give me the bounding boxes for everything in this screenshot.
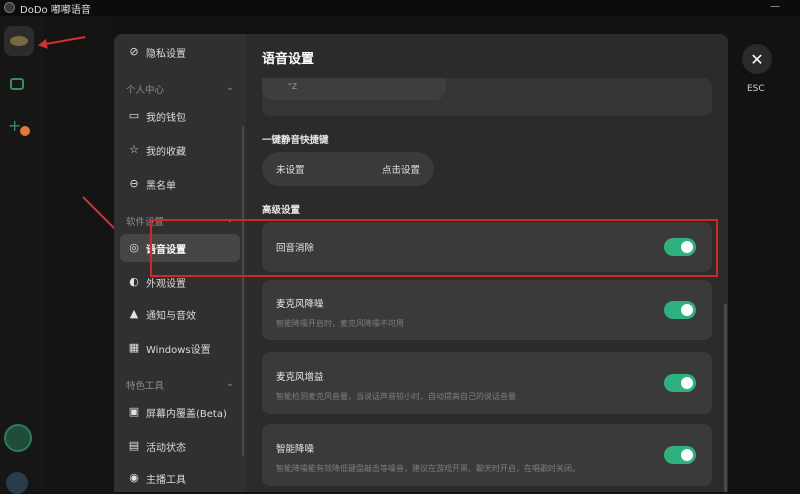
nav-scrollbar[interactable] xyxy=(242,126,244,456)
user-avatar[interactable] xyxy=(4,26,34,56)
nav-item-label: 我的收藏 xyxy=(146,146,186,158)
nav-item-label: 活动状态 xyxy=(146,442,186,454)
nav-item-privacy[interactable]: ⊘ 隐私设置 xyxy=(120,38,240,66)
nav-item-windows[interactable]: ▦ Windows设置 xyxy=(120,334,240,362)
nav-item-label: 隐私设置 xyxy=(146,48,186,60)
nav-item-streamer[interactable]: ◉ 主播工具 xyxy=(120,464,240,492)
windows-icon: ▦ xyxy=(128,341,140,354)
option-title: 麦克风增益 xyxy=(276,372,324,383)
nav-item-overlay[interactable]: ▣ 屏幕内覆盖(Beta) xyxy=(120,398,240,426)
mic-noise-reduction-toggle[interactable] xyxy=(664,301,696,319)
nav-item-label: 主播工具 xyxy=(146,474,186,486)
nav-section-label: 个人中心 xyxy=(126,85,165,96)
input-device-value: "Z xyxy=(288,82,298,91)
nav-item-label: 屏幕内覆盖(Beta) xyxy=(146,408,227,420)
nav-item-favorites[interactable]: ☆ 我的收藏 xyxy=(120,136,240,164)
chevron-down-icon: ⌄ xyxy=(226,82,234,93)
nav-section-personal[interactable]: 个人中心 ⌄ xyxy=(126,82,234,96)
page-title: 语音设置 xyxy=(262,52,315,67)
nav-section-features[interactable]: 特色工具 ⌄ xyxy=(126,378,234,392)
mic-noise-reduction-card: 麦克风降噪 智能降噪开启时，麦克风降噪不可用 xyxy=(262,280,712,340)
content-scrollbar[interactable] xyxy=(724,304,727,492)
set-hotkey-button[interactable]: 点击设置 xyxy=(382,162,420,176)
smart-noise-reduction-card: 智能降噪 智能降噪能有效降低键盘敲击等噪音，建议在游戏开黑、聊天时开启，在唱歌时… xyxy=(262,424,712,486)
nav-item-label: 通知与音效 xyxy=(146,310,196,322)
streamer-icon: ◉ xyxy=(129,471,139,484)
notification-dot-icon xyxy=(20,126,30,136)
steam-icon[interactable] xyxy=(6,472,28,494)
input-device-select[interactable]: "Z xyxy=(262,78,446,100)
nav-item-blacklist[interactable]: ⊖ 黑名单 xyxy=(120,170,240,198)
close-button[interactable]: ✕ xyxy=(742,44,772,74)
mic-gain-toggle[interactable] xyxy=(664,374,696,392)
option-title: 麦克风降噪 xyxy=(276,299,324,310)
chat-icon[interactable] xyxy=(10,78,24,90)
gamepad-icon: ▤ xyxy=(128,439,140,452)
privacy-icon: ⊘ xyxy=(129,45,139,58)
option-description: 智能降噪开启时，麦克风降噪不可用 xyxy=(276,319,404,328)
advanced-section-title: 高级设置 xyxy=(262,205,301,216)
bell-icon: ▲ xyxy=(129,307,139,320)
hotkey-value: 未设置 xyxy=(276,165,305,176)
microphone-icon: ◎ xyxy=(129,241,139,254)
favorites-icon: ☆ xyxy=(129,143,139,156)
nav-item-notifications[interactable]: ▲ 通知与音效 xyxy=(120,300,240,328)
server-rail: + xyxy=(0,16,44,494)
smart-noise-reduction-toggle[interactable] xyxy=(664,446,696,464)
esc-label: ESC xyxy=(747,84,765,94)
minimize-button[interactable]: — xyxy=(770,1,780,12)
chevron-down-icon: ⌄ xyxy=(226,378,234,389)
app-title: DoDo 嘟嘟语音 xyxy=(20,5,91,16)
channel-list-background xyxy=(44,16,114,492)
option-description: 智能降噪能有效降低键盘敲击等噪音，建议在游戏开黑、聊天时开启，在唱歌时关闭。 xyxy=(276,464,580,473)
wallet-icon: ▭ xyxy=(128,109,140,122)
option-title: 智能降噪 xyxy=(276,444,315,455)
annotation-highlight-box xyxy=(150,219,718,277)
mute-hotkey-field[interactable]: 未设置 点击设置 xyxy=(262,152,434,186)
overlay-icon: ▣ xyxy=(128,405,140,418)
app-logo-icon xyxy=(4,2,15,13)
blacklist-icon: ⊖ xyxy=(129,177,139,190)
close-icon: ✕ xyxy=(750,49,764,69)
nav-item-label: Windows设置 xyxy=(146,344,211,356)
nav-item-label: 我的钱包 xyxy=(146,112,186,124)
nav-item-wallet[interactable]: ▭ 我的钱包 xyxy=(120,102,240,130)
search-icon[interactable] xyxy=(4,424,32,452)
title-bar: DoDo 嘟嘟语音 — xyxy=(0,0,800,16)
hotkey-section-title: 一键静音快捷键 xyxy=(262,135,329,146)
palette-icon: ◐ xyxy=(129,275,139,288)
nav-item-activity[interactable]: ▤ 活动状态 xyxy=(120,432,240,460)
option-description: 智能检测麦克风音量，当说话声音较小时，自动提高自己的说话音量 xyxy=(276,392,516,401)
nav-item-label: 黑名单 xyxy=(146,180,176,192)
mic-gain-card: 麦克风增益 智能检测麦克风音量，当说话声音较小时，自动提高自己的说话音量 xyxy=(262,352,712,414)
nav-section-label: 特色工具 xyxy=(126,381,165,392)
